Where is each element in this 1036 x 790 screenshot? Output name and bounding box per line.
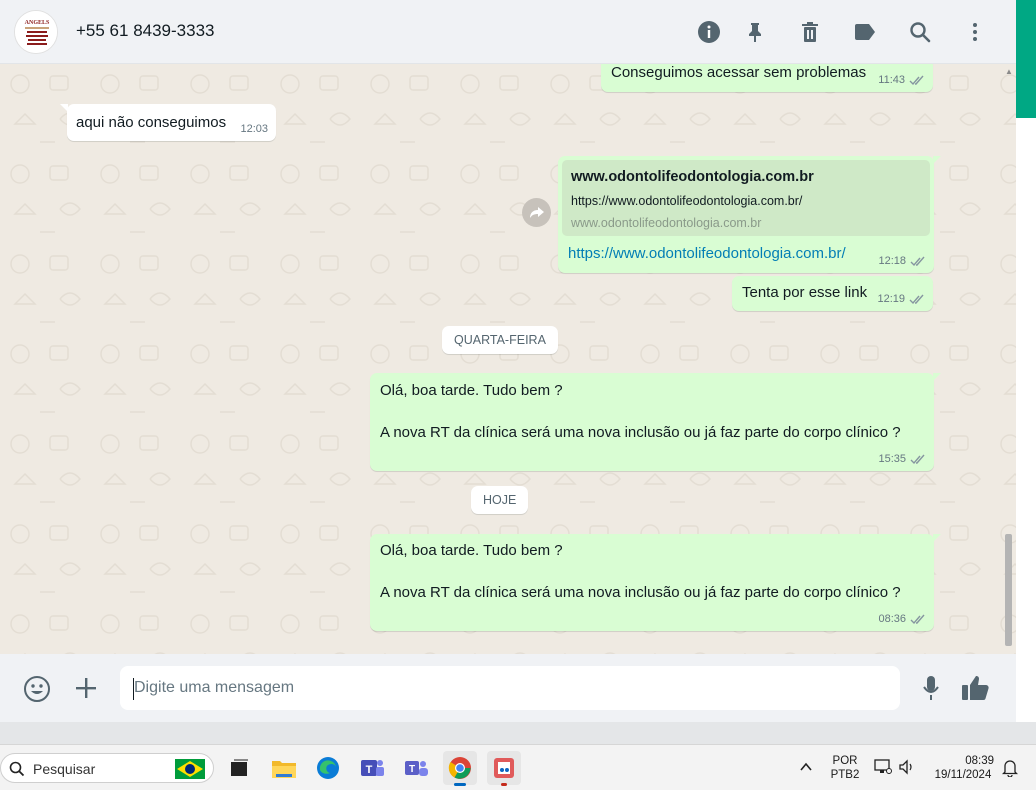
taskbar-search-label: Pesquisar	[33, 761, 96, 777]
message-time: 11:43	[878, 74, 905, 86]
svg-text:T: T	[409, 764, 415, 775]
text-caret	[133, 678, 134, 700]
message-text-line2: A nova RT da clínica será uma nova inclu…	[380, 584, 901, 601]
thumbs-up-icon[interactable]	[960, 674, 990, 702]
contact-avatar[interactable]: ANGELS	[14, 10, 58, 54]
message-time: 15:35	[878, 453, 906, 465]
bubble-tail	[60, 104, 68, 112]
read-ticks-icon	[910, 256, 925, 266]
keyboard-layout: PTB2	[830, 769, 860, 781]
message-meta: 12:18	[878, 255, 926, 267]
message-list[interactable]: ▲ Conseguimos acessar sem problemas 11:4…	[0, 64, 1016, 654]
message-bubble-outgoing[interactable]: Olá, boa tarde. Tudo bem ? A nova RT da …	[370, 534, 941, 631]
message-text-line1: Olá, boa tarde. Tudo bem ?	[380, 542, 563, 559]
clock-time: 08:39	[965, 755, 994, 767]
taskbar-task-view[interactable]	[222, 751, 256, 785]
message-link[interactable]: https://www.odontolifeodontologia.com.br…	[568, 245, 846, 262]
message-meta: 11:43	[878, 74, 925, 86]
contact-name[interactable]: +55 61 8439-3333	[76, 21, 215, 41]
date-divider: HOJE	[471, 486, 529, 514]
message-meta: 15:35	[878, 453, 926, 465]
message-meta: 08:36	[878, 613, 926, 625]
read-ticks-icon	[910, 454, 925, 464]
label-icon[interactable]	[852, 19, 878, 45]
read-ticks-icon	[909, 294, 924, 304]
scroll-up-arrow[interactable]: ▲	[1005, 67, 1013, 76]
taskbar-file-explorer[interactable]	[267, 751, 301, 785]
brazil-flag-icon	[175, 759, 205, 779]
link-preview-description: https://www.odontolifeodontologia.com.br…	[571, 194, 803, 208]
read-ticks-icon	[909, 75, 924, 85]
taskbar-search-box[interactable]: Pesquisar	[0, 753, 214, 783]
message-text-line2: A nova RT da clínica será uma nova inclu…	[380, 424, 901, 441]
window-right-edge	[1016, 118, 1036, 722]
emoji-icon[interactable]	[22, 674, 52, 704]
link-preview-card[interactable]: www.odontolifeodontologia.com.br https:/…	[562, 160, 930, 236]
info-icon[interactable]	[696, 19, 722, 45]
whatsapp-web-window: ANGELS +55 61 8439-3333 ▲ Conseguimos ac…	[0, 0, 1036, 790]
search-icon	[9, 761, 25, 777]
active-app-indicator	[501, 783, 507, 786]
date-divider: QUARTA-FEIRA	[442, 326, 558, 354]
bubble-tail	[933, 534, 941, 542]
link-preview-title: www.odontolifeodontologia.com.br	[571, 169, 814, 185]
delete-icon[interactable]	[797, 19, 823, 45]
message-bubble-outgoing[interactable]: Tenta por esse link 12:19	[732, 276, 933, 311]
window-accent-strip	[1016, 0, 1036, 118]
svg-text:T: T	[366, 764, 373, 776]
message-bubble-incoming[interactable]: aqui não conseguimos 12:03	[60, 104, 276, 141]
message-meta: 12:03	[240, 123, 268, 135]
more-options-icon[interactable]	[962, 19, 988, 45]
message-time: 12:18	[878, 255, 906, 267]
taskbar-snipping-tool[interactable]	[487, 751, 521, 786]
bubble-tail	[933, 156, 941, 164]
taskbar-teams-classic[interactable]: T	[355, 751, 389, 785]
active-app-indicator	[454, 783, 466, 786]
scrollbar-thumb[interactable]	[1005, 534, 1012, 646]
message-text: aqui não conseguimos	[76, 114, 227, 131]
link-preview-domain: www.odontolifeodontologia.com.br	[571, 216, 762, 230]
chevron-up-icon[interactable]	[798, 759, 814, 780]
attach-plus-icon[interactable]	[72, 674, 100, 702]
read-ticks-icon	[910, 614, 925, 624]
window-bottom-gap	[0, 722, 1036, 744]
message-time: 12:03	[240, 123, 268, 135]
system-clock[interactable]: 08:39 19/11/2024	[926, 754, 1000, 782]
message-time: 12:19	[877, 293, 905, 305]
language-code: POR	[832, 755, 858, 767]
message-bubble-outgoing[interactable]: Conseguimos acessar sem problemas 11:43	[601, 64, 933, 92]
volume-icon[interactable]	[898, 759, 916, 780]
message-input[interactable]	[120, 666, 900, 710]
message-time: 08:36	[878, 613, 906, 625]
windows-taskbar: Pesquisar T T POR PTB2 08:39 19/11/2024	[0, 744, 1036, 790]
taskbar-chrome[interactable]	[443, 751, 477, 786]
message-text: Tenta por esse link	[742, 284, 868, 301]
bubble-tail	[933, 373, 941, 381]
message-bubble-link[interactable]: www.odontolifeodontologia.com.br https:/…	[558, 156, 941, 273]
message-text-line1: Olá, boa tarde. Tudo bem ?	[380, 382, 563, 399]
taskbar-edge[interactable]	[311, 751, 345, 785]
search-icon[interactable]	[907, 19, 933, 45]
svg-text:ANGELS: ANGELS	[25, 20, 50, 26]
pin-icon[interactable]	[742, 19, 768, 45]
message-meta: 12:19	[877, 293, 925, 305]
taskbar-teams[interactable]: T	[399, 751, 433, 785]
message-text: Conseguimos acessar sem problemas	[611, 64, 867, 81]
notification-bell-icon[interactable]	[1001, 759, 1019, 782]
network-icon[interactable]	[874, 759, 892, 780]
message-bubble-outgoing[interactable]: Olá, boa tarde. Tudo bem ? A nova RT da …	[370, 373, 941, 471]
forward-icon[interactable]	[522, 198, 551, 227]
chat-header: ANGELS +55 61 8439-3333	[0, 0, 1016, 64]
message-composer	[0, 654, 1016, 722]
clock-date: 19/11/2024	[934, 769, 992, 781]
microphone-icon[interactable]	[918, 674, 944, 702]
input-language[interactable]: POR PTB2	[828, 754, 862, 782]
